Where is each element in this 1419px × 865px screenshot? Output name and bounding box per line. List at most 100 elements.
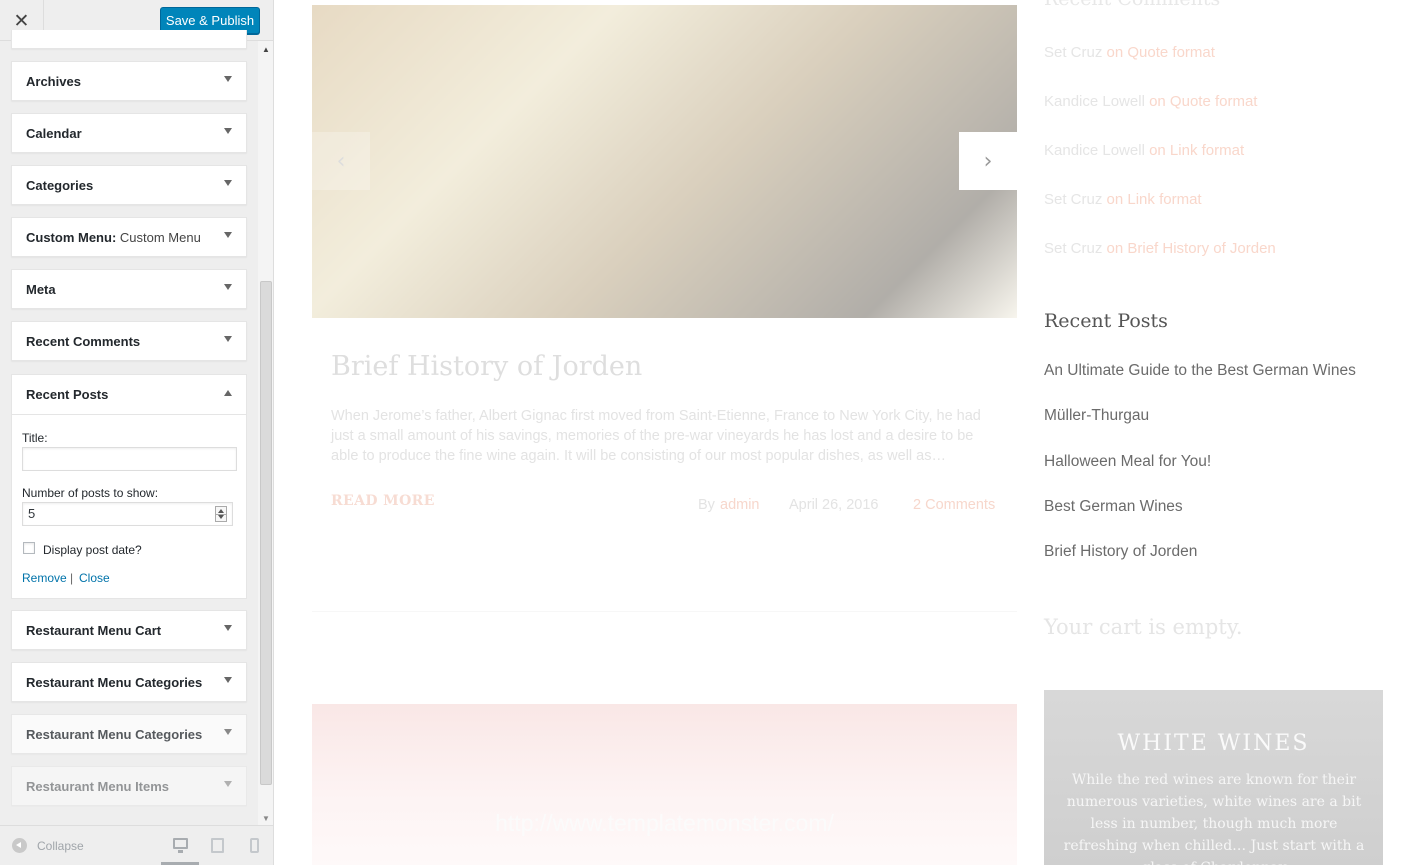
widget-title: Calendar (26, 126, 82, 141)
slider-prev-button[interactable]: ‹ (312, 132, 370, 190)
remove-widget-link[interactable]: Remove (22, 571, 67, 585)
expand-arrow-icon[interactable] (224, 625, 232, 631)
close-widget-link[interactable]: Close (79, 571, 110, 585)
widget-meta[interactable]: Meta (11, 269, 247, 309)
widget-title: Categories (26, 178, 94, 193)
widget-restaurant-menu-categories-2[interactable]: Restaurant Menu Categories (11, 714, 247, 754)
recent-post-link[interactable]: Halloween Meal for You! (1044, 453, 1211, 471)
expand-arrow-icon[interactable] (224, 781, 232, 787)
scroll-up-arrow-icon[interactable]: ▲ (262, 45, 270, 54)
white-wines-banner[interactable]: WHITE WINES While the red wines are know… (1044, 690, 1383, 865)
customizer-sidebar: ✕ Save & Publish Archives Calendar Categ… (0, 0, 274, 865)
comment-author[interactable]: Kandice Lowell (1044, 93, 1145, 110)
widget-restaurant-menu-categories[interactable]: Restaurant Menu Categories (11, 662, 247, 702)
chevron-right-icon: › (983, 148, 993, 174)
comment-post-link[interactable]: on Quote format (1149, 93, 1257, 110)
widget-restaurant-menu-cart[interactable]: Restaurant Menu Cart (11, 610, 247, 650)
expand-arrow-icon[interactable] (224, 180, 232, 186)
widget-header[interactable]: Recent Posts (12, 375, 246, 415)
widget-partial (11, 30, 247, 49)
title-input[interactable] (22, 447, 237, 471)
link-format-post: http://www.templatemonster.com/ (312, 704, 1017, 865)
recent-post-link[interactable]: Brief History of Jorden (1044, 543, 1197, 561)
comment-author[interactable]: Set Cruz (1044, 191, 1102, 208)
display-date-label: Display post date? (43, 543, 142, 557)
comment-post-link[interactable]: on Brief History of Jorden (1107, 240, 1276, 257)
site-preview: ‹ › Brief History of Jorden When Jerome’… (275, 0, 1419, 865)
recent-comment-item: Kandice Lowell on Quote format (1044, 93, 1257, 110)
recent-comment-item: Kandice Lowell on Link format (1044, 142, 1244, 159)
post-date: April 26, 2016 (789, 497, 879, 513)
comment-post-link[interactable]: on Quote format (1107, 44, 1215, 61)
widget-recent-posts: Recent Posts Title: Number of posts to s… (11, 374, 247, 599)
expand-arrow-icon[interactable] (224, 232, 232, 238)
collapse-sidebar-button[interactable]: Collapse (37, 839, 84, 853)
title-label: Title: (22, 431, 48, 445)
post-author-link[interactable]: admin (720, 497, 760, 513)
display-date-checkbox[interactable] (23, 542, 35, 554)
widget-instance-title: Custom Menu (119, 230, 201, 245)
comment-post-link[interactable]: on Link format (1107, 191, 1202, 208)
post-comments-link[interactable]: 2 Comments (913, 497, 995, 513)
scroll-down-arrow-icon[interactable]: ▼ (262, 814, 270, 823)
post-count-input[interactable]: 5 (22, 502, 233, 526)
widget-recent-comments[interactable]: Recent Comments (11, 321, 247, 361)
sidebar-scrollbar[interactable]: ▲ ▼ (258, 41, 273, 825)
recent-post-link[interactable]: An Ultimate Guide to the Best German Win… (1044, 362, 1356, 380)
tablet-preview-icon[interactable] (211, 838, 224, 853)
post-count-label: Number of posts to show: (22, 486, 159, 500)
post-divider (312, 611, 1017, 612)
widget-type: Custom Menu: (26, 230, 117, 245)
widget-title: Archives (26, 74, 81, 89)
link-post-url[interactable]: http://www.templatemonster.com/ (312, 810, 1017, 837)
expand-arrow-icon[interactable] (224, 729, 232, 735)
customizer-footer: Collapse (0, 825, 273, 865)
post-meta-by: By (698, 497, 715, 513)
recent-post-link[interactable]: Best German Wines (1044, 498, 1183, 516)
scrollbar-thumb[interactable] (260, 281, 272, 785)
widget-title: Custom Menu: Custom Menu (26, 230, 201, 245)
expand-arrow-icon[interactable] (224, 76, 232, 82)
chevron-left-icon: ‹ (336, 148, 346, 174)
cart-empty-message: Your cart is empty. (1044, 615, 1243, 639)
comment-author[interactable]: Set Cruz (1044, 240, 1102, 257)
widget-archives[interactable]: Archives (11, 61, 247, 101)
recent-posts-heading: Recent Posts (1044, 310, 1168, 332)
expand-arrow-icon[interactable] (224, 284, 232, 290)
spinner-up-icon[interactable] (218, 509, 224, 513)
spinner-down-icon[interactable] (218, 515, 224, 519)
widget-custom-menu[interactable]: Custom Menu: Custom Menu (11, 217, 247, 257)
post-count-value: 5 (28, 506, 36, 521)
widget-calendar[interactable]: Calendar (11, 113, 247, 153)
link-separator: | (70, 571, 74, 585)
widget-title: Restaurant Menu Categories (26, 727, 203, 742)
mobile-preview-icon[interactable] (250, 838, 259, 853)
desktop-preview-icon[interactable] (173, 838, 188, 853)
widget-title: Recent Posts (26, 387, 109, 402)
widget-title: Restaurant Menu Categories (26, 675, 203, 690)
post-excerpt: When Jerome’s father, Albert Gignac firs… (331, 408, 981, 464)
expand-arrow-icon[interactable] (224, 128, 232, 134)
expand-arrow-icon[interactable] (224, 336, 232, 342)
widget-title: Restaurant Menu Items (26, 779, 170, 794)
number-spinner[interactable] (215, 506, 227, 522)
comment-author[interactable]: Set Cruz (1044, 44, 1102, 61)
recent-comment-item: Set Cruz on Quote format (1044, 44, 1215, 61)
widget-title: Restaurant Menu Cart (26, 623, 162, 638)
recent-post-link[interactable]: Müller-Thurgau (1044, 407, 1149, 425)
widget-restaurant-menu-items[interactable]: Restaurant Menu Items (11, 766, 247, 806)
slider-next-button[interactable]: › (959, 132, 1017, 190)
comment-post-link[interactable]: on Link format (1149, 142, 1244, 159)
collapse-arrow-icon[interactable] (224, 390, 232, 396)
expand-arrow-icon[interactable] (224, 677, 232, 683)
collapse-arrow-icon[interactable] (12, 838, 27, 853)
recent-comments-heading: Recent Comments (1044, 0, 1220, 10)
close-icon: ✕ (13, 9, 30, 32)
comment-author[interactable]: Kandice Lowell (1044, 142, 1145, 159)
widget-categories[interactable]: Categories (11, 165, 247, 205)
post-title[interactable]: Brief History of Jorden (331, 351, 642, 382)
banner-text: While the red wines are known for their … (1063, 772, 1365, 865)
read-more-link[interactable]: READ MORE (331, 493, 435, 509)
slider-image (312, 5, 1017, 318)
post-image-slider: ‹ › (312, 5, 1017, 318)
